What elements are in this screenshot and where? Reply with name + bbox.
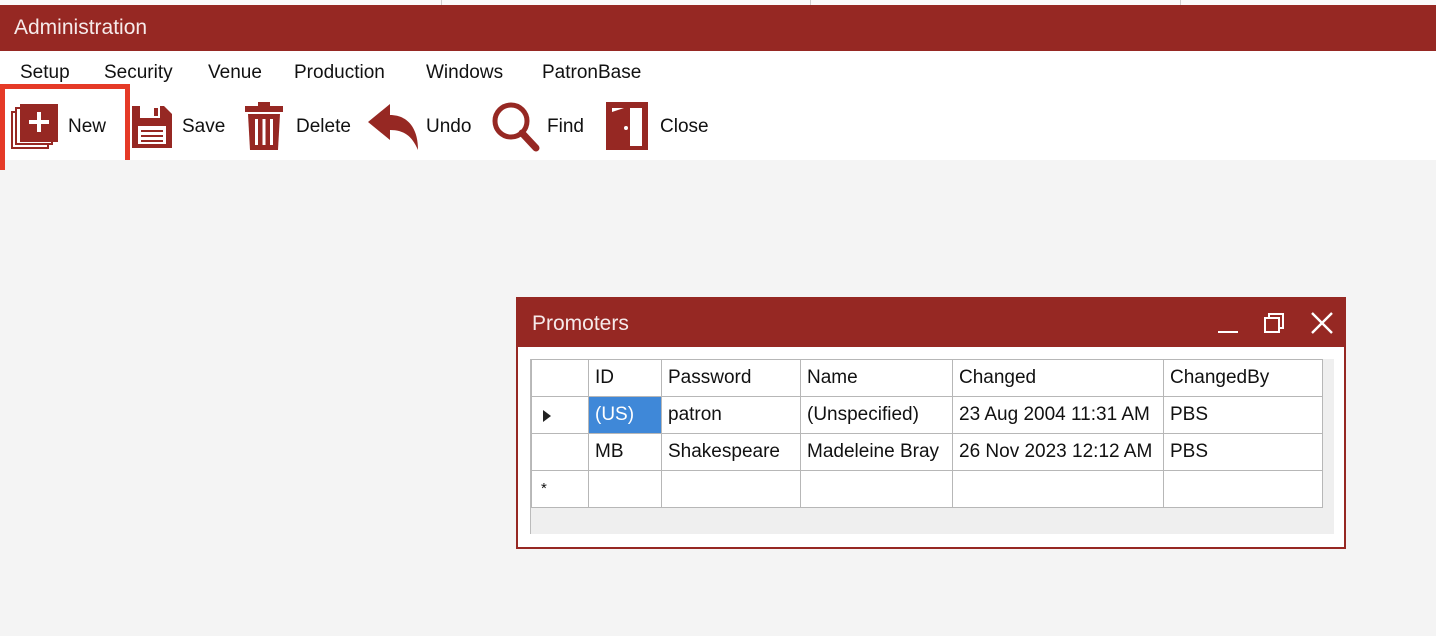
cell-id[interactable]: MB: [588, 433, 662, 471]
current-row-arrow-icon: [543, 410, 551, 422]
cell-id[interactable]: (US): [588, 396, 662, 434]
column-header-password[interactable]: Password: [661, 359, 801, 397]
cell-password[interactable]: Shakespeare: [661, 433, 801, 471]
cell-changedby[interactable]: PBS: [1163, 433, 1323, 471]
app-title-bar: Administration: [0, 5, 1436, 51]
cell-changedby[interactable]: [1163, 470, 1323, 508]
menu-venue[interactable]: Venue: [208, 62, 262, 84]
close-label: Close: [660, 116, 709, 137]
delete-label: Delete: [296, 116, 351, 137]
minimize-icon[interactable]: [1214, 309, 1242, 337]
menu-production[interactable]: Production: [294, 62, 385, 84]
save-label: Save: [182, 116, 226, 137]
row-header[interactable]: [531, 433, 589, 471]
find-label: Find: [547, 116, 584, 137]
cell-changed[interactable]: 26 Nov 2023 12:12 AM: [952, 433, 1164, 471]
column-header-name[interactable]: Name: [800, 359, 953, 397]
column-header-changed[interactable]: Changed: [952, 359, 1164, 397]
app-title: Administration: [14, 16, 148, 39]
cell-changed[interactable]: [952, 470, 1164, 508]
delete-button[interactable]: Delete: [244, 100, 360, 154]
undo-button[interactable]: Undo: [366, 100, 482, 154]
save-icon: [132, 106, 172, 148]
cell-name[interactable]: [800, 470, 953, 508]
new-row-marker: *: [541, 480, 547, 497]
find-button[interactable]: Find: [490, 100, 590, 154]
promoters-title: Promoters: [532, 312, 629, 335]
restore-icon[interactable]: [1260, 309, 1288, 337]
magnifier-icon: [492, 102, 540, 152]
trash-icon: [245, 102, 283, 150]
cell-name[interactable]: Madeleine Bray: [800, 433, 953, 471]
undo-label: Undo: [426, 116, 472, 137]
promoters-grid: ID Password Name Changed ChangedBy (US) …: [530, 359, 1334, 534]
door-icon: [606, 102, 648, 150]
close-window-icon[interactable]: [1308, 309, 1336, 337]
grid-header-row: ID Password Name Changed ChangedBy: [531, 359, 1323, 397]
cell-password[interactable]: patron: [661, 396, 801, 434]
row-header-corner: [531, 359, 589, 397]
table-row[interactable]: MB Shakespeare Madeleine Bray 26 Nov 202…: [531, 433, 1323, 471]
cell-changed[interactable]: 23 Aug 2004 11:31 AM: [952, 396, 1164, 434]
new-row-header[interactable]: *: [531, 470, 589, 508]
menu-windows[interactable]: Windows: [426, 62, 503, 84]
menu-patronbase[interactable]: PatronBase: [542, 62, 641, 84]
close-button[interactable]: Close: [604, 100, 714, 154]
cell-password[interactable]: [661, 470, 801, 508]
new-row[interactable]: *: [531, 470, 1323, 508]
column-header-id[interactable]: ID: [588, 359, 662, 397]
save-button[interactable]: Save: [130, 100, 230, 154]
row-header-current[interactable]: [531, 396, 589, 434]
column-header-changedby[interactable]: ChangedBy: [1163, 359, 1323, 397]
cell-name[interactable]: (Unspecified): [800, 396, 953, 434]
table-row[interactable]: (US) patron (Unspecified) 23 Aug 2004 11…: [531, 396, 1323, 434]
cell-id[interactable]: [588, 470, 662, 508]
promoters-title-bar[interactable]: Promoters: [518, 299, 1344, 347]
cell-changedby[interactable]: PBS: [1163, 396, 1323, 434]
menu-security[interactable]: Security: [104, 62, 173, 84]
menu-setup[interactable]: Setup: [20, 62, 70, 84]
undo-icon: [368, 104, 418, 150]
new-button-highlight: [0, 84, 130, 170]
